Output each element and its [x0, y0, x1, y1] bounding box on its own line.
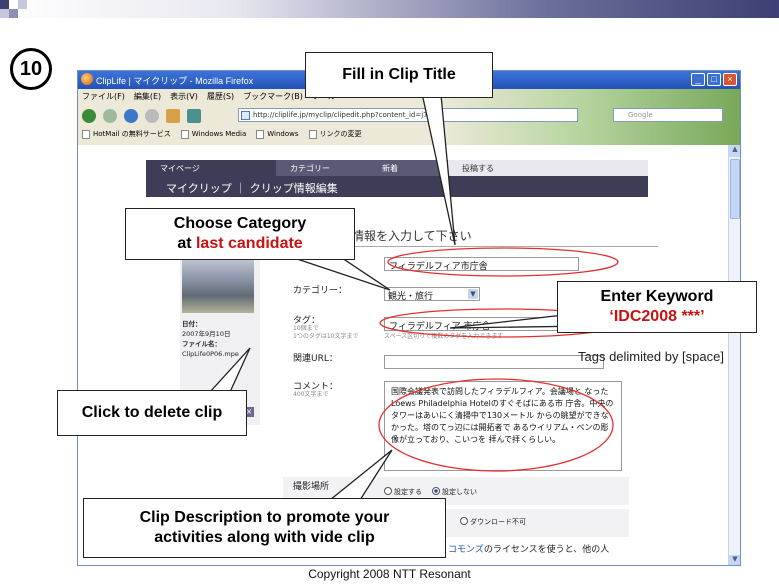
- callout-category-red: last candidate: [195, 235, 303, 252]
- step-number-badge: 10: [10, 48, 52, 90]
- radio-download-no[interactable]: ダウンロード不可: [460, 517, 526, 527]
- clip-meta: 日付： 2007年9月10日 ファイル名： ClipLife0P06.mpe: [182, 319, 239, 359]
- callout-category: Choose Category at last candidate: [125, 208, 355, 260]
- file-value: ClipLife0P06.mpe: [182, 350, 239, 358]
- copyright-footer: Copyright 2008 NTT Resonant: [308, 567, 471, 581]
- bookmark-icon: [256, 129, 265, 139]
- category-label: カテゴリー：: [293, 286, 348, 296]
- tags-sub: 10個まで 1つのタグは10文字まで: [293, 325, 359, 340]
- callout-clip-title-text: Fill in Clip Title: [342, 66, 456, 83]
- tab-post[interactable]: 投稿する: [448, 160, 648, 176]
- bookmark-links[interactable]: リンクの変更: [308, 129, 362, 139]
- callout-description-line1: Clip Description to promote your: [139, 509, 390, 526]
- callout-category-line1: Choose Category: [173, 215, 307, 232]
- window-title: ClipLife | マイクリップ - Mozilla Firefox: [96, 76, 254, 86]
- forward-icon[interactable]: [103, 109, 117, 123]
- date-value: 2007年9月10日: [182, 330, 231, 338]
- back-icon[interactable]: [82, 109, 96, 123]
- tags-input[interactable]: フィラデルフィア 市庁舎: [384, 317, 559, 331]
- stop-icon[interactable]: [145, 109, 159, 123]
- callout-clip-title: Fill in Clip Title: [305, 52, 493, 98]
- scroll-up-icon[interactable]: ▲: [729, 145, 740, 157]
- tab-category[interactable]: カテゴリー: [276, 160, 368, 176]
- location-radios: 設定する 設定しない: [384, 487, 477, 497]
- page-subtitle: マイクリップ ｜ クリップ情報編集: [146, 176, 648, 197]
- address-url: http://cliplife.jp/myclip/clipedit.php?c…: [253, 111, 428, 119]
- category-select[interactable]: 観光・旅行 ▼: [384, 287, 480, 302]
- radio-icon: [384, 487, 392, 495]
- callout-delete-clip: Click to delete clip: [57, 390, 247, 436]
- download-radios: ダウンロード不可: [460, 517, 526, 527]
- callout-keyword: Enter Keyword ‘IDC2008 ***’: [557, 281, 757, 333]
- menu-item-bookmarks[interactable]: ブックマーク(B): [243, 91, 303, 102]
- clip-title-input[interactable]: フィラデルフィア市庁舎: [384, 257, 579, 271]
- minimize-icon[interactable]: _: [691, 73, 705, 86]
- address-bar[interactable]: http://cliplife.jp/myclip/clipedit.php?c…: [238, 108, 578, 122]
- addon-icon[interactable]: [187, 109, 201, 123]
- scroll-down-icon[interactable]: ▼: [729, 555, 740, 565]
- menu-item-history[interactable]: 履歴(S): [207, 91, 234, 102]
- search-placeholder: Google: [628, 111, 653, 119]
- bookmark-icon: [82, 129, 90, 139]
- radio-location-unset[interactable]: 設定しない: [432, 487, 477, 497]
- radio-selected-icon: [432, 487, 440, 495]
- firefox-icon: [81, 73, 93, 85]
- callout-keyword-line1: Enter Keyword: [600, 288, 714, 305]
- home-icon[interactable]: [166, 109, 180, 123]
- bookmark-hotmail[interactable]: HotMail の無料サービス: [82, 129, 171, 139]
- scroll-thumb[interactable]: [730, 159, 740, 219]
- callout-description-line2: activities along with vide clip: [154, 529, 375, 546]
- radio-location-set[interactable]: 設定する: [384, 487, 422, 497]
- bookmark-windows[interactable]: Windows: [256, 129, 299, 139]
- chevron-down-icon: ▼: [468, 289, 478, 299]
- callout-keyword-red: ‘IDC2008 ***’: [609, 308, 705, 325]
- category-value: 観光・旅行: [388, 292, 434, 302]
- callout-description: Clip Description to promote your activit…: [83, 498, 446, 558]
- radio-icon: [460, 517, 468, 525]
- site-nav: マイページ カテゴリー 新着 投稿する: [146, 160, 648, 176]
- bookmark-icon: [308, 129, 317, 139]
- menu-item-view[interactable]: 表示(V): [170, 91, 198, 102]
- reload-icon[interactable]: [124, 109, 138, 123]
- related-url-input[interactable]: [384, 355, 604, 369]
- search-box[interactable]: Google: [613, 108, 723, 122]
- nav-toolbar: [82, 107, 201, 125]
- tags-hint: スペース区切りで複数のタグを入力できます: [384, 333, 504, 340]
- location-label: 撮影場所: [293, 482, 330, 492]
- maximize-icon[interactable]: □: [707, 73, 721, 86]
- menu-bar: ファイル(F) 編集(E) 表示(V) 履歴(S) ブックマーク(B) ツール: [82, 91, 336, 102]
- comment-sub: 400文字まで: [293, 391, 329, 398]
- close-icon[interactable]: ×: [723, 73, 737, 86]
- page-icon: [241, 111, 250, 120]
- clip-thumbnail: [182, 255, 254, 313]
- menu-item-file[interactable]: ファイル(F): [82, 91, 125, 102]
- date-label: 日付：: [182, 320, 202, 328]
- bookmarks-bar: HotMail の無料サービス Windows Media Windows リン…: [82, 129, 362, 139]
- license-link[interactable]: コモンズ: [448, 545, 484, 555]
- tab-new[interactable]: 新着: [368, 160, 448, 176]
- vertical-scrollbar[interactable]: ▲ ▼: [728, 145, 740, 565]
- callout-delete-clip-text: Click to delete clip: [81, 404, 223, 421]
- menu-item-edit[interactable]: 編集(E): [134, 91, 161, 102]
- license-text: コモンズのライセンスを使うと、他の人: [448, 542, 609, 555]
- tags-delimited-note: Tags delimited by [space]: [578, 349, 724, 364]
- bookmark-windows-media[interactable]: Windows Media: [180, 129, 246, 139]
- comment-textarea[interactable]: 国際会議発表で訪問したフィラデルフィア。会議場と なったLoews Philad…: [384, 381, 622, 471]
- file-label: ファイル名：: [182, 340, 221, 348]
- license-desc: のライセンスを使うと、他の人: [483, 545, 610, 555]
- callout-category-line2: at last candidate: [177, 235, 303, 252]
- url-label: 関連URL：: [293, 354, 338, 364]
- bookmark-icon: [180, 129, 189, 139]
- tab-mypage[interactable]: マイページ: [146, 160, 276, 176]
- slide-header-bar: [0, 0, 779, 18]
